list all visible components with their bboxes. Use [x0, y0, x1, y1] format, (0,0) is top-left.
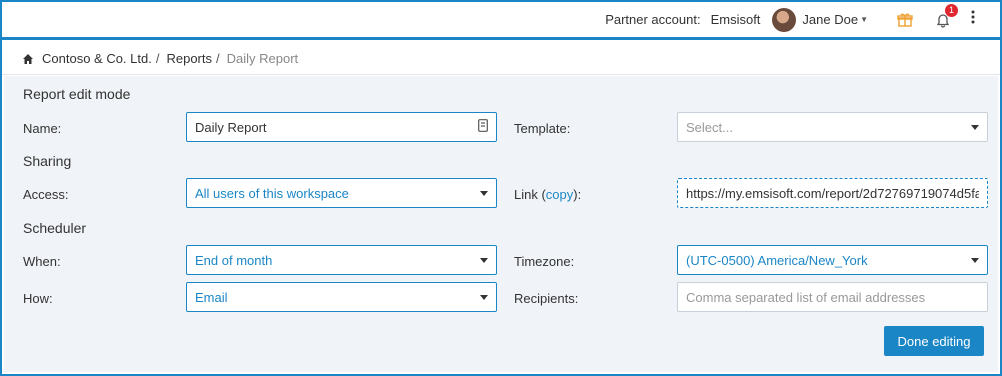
breadcrumb-company[interactable]: Contoso & Co. Ltd.: [42, 51, 152, 66]
share-link-value: https://my.emsisoft.com/report/2d7276971…: [686, 185, 979, 201]
how-select-value: Email: [195, 289, 228, 305]
link-label-prefix: Link (: [514, 187, 546, 202]
report-edit-panel: Report edit mode Name: Daily Report Temp…: [4, 76, 998, 372]
template-label: Template:: [514, 121, 571, 136]
name-label: Name:: [23, 121, 62, 136]
share-link-field[interactable]: https://my.emsisoft.com/report/2d7276971…: [677, 178, 988, 208]
gift-icon[interactable]: [894, 9, 916, 31]
sharing-title: Sharing: [23, 153, 72, 169]
breadcrumb-separator: /: [155, 51, 160, 66]
template-select-placeholder: Select...: [686, 119, 733, 135]
caret-down-icon: [480, 190, 488, 196]
when-select-value: End of month: [195, 252, 273, 268]
caret-down-icon: [971, 257, 979, 263]
how-select[interactable]: Email: [186, 282, 497, 312]
access-select-value: All users of this workspace: [195, 185, 349, 201]
name-input[interactable]: Daily Report: [186, 112, 497, 142]
timezone-select[interactable]: (UTC-0500) America/New_York: [677, 245, 988, 275]
more-vertical-icon[interactable]: [970, 9, 980, 30]
avatar[interactable]: [772, 7, 797, 32]
partner-account-name[interactable]: Emsisoft: [711, 12, 761, 27]
breadcrumb-current: Daily Report: [226, 51, 299, 66]
link-label-suffix: ):: [573, 187, 582, 202]
timezone-label: Timezone:: [514, 254, 575, 269]
template-select[interactable]: Select...: [677, 112, 988, 142]
report-edit-mode-title: Report edit mode: [23, 86, 131, 102]
copy-link[interactable]: copy: [546, 187, 573, 202]
how-label: How:: [23, 291, 53, 306]
recipients-input[interactable]: Comma separated list of email addresses: [677, 282, 988, 312]
home-icon[interactable]: [22, 53, 34, 65]
timezone-select-value: (UTC-0500) America/New_York: [686, 252, 868, 268]
scheduler-title: Scheduler: [23, 220, 87, 236]
access-label: Access:: [23, 187, 69, 202]
chevron-down-icon[interactable]: ▼: [860, 15, 868, 24]
top-bar: Partner account: Emsisoft Jane Doe ▼ 1: [2, 2, 1000, 40]
caret-down-icon: [971, 124, 979, 130]
when-select[interactable]: End of month: [186, 245, 497, 275]
breadcrumb-reports[interactable]: Reports: [166, 51, 212, 66]
done-editing-button[interactable]: Done editing: [884, 326, 984, 356]
when-label: When:: [23, 254, 61, 269]
name-input-value: Daily Report: [195, 119, 267, 135]
recipients-label: Recipients:: [514, 291, 579, 306]
notification-badge: 1: [945, 3, 958, 17]
partner-account-label: Partner account:: [605, 12, 701, 27]
id-card-icon: [478, 119, 488, 135]
access-select[interactable]: All users of this workspace: [186, 178, 497, 208]
user-menu-name[interactable]: Jane Doe: [802, 12, 858, 27]
breadcrumb-separator: /: [216, 51, 220, 66]
link-label: Link (copy):: [514, 187, 581, 202]
bell-icon[interactable]: 1: [932, 3, 958, 31]
recipients-input-placeholder: Comma separated list of email addresses: [686, 289, 926, 305]
app-window: Partner account: Emsisoft Jane Doe ▼ 1 C…: [0, 0, 1002, 376]
breadcrumb: Contoso & Co. Ltd. / Reports / Daily Rep…: [2, 43, 1000, 75]
caret-down-icon: [480, 257, 488, 263]
caret-down-icon: [480, 294, 488, 300]
